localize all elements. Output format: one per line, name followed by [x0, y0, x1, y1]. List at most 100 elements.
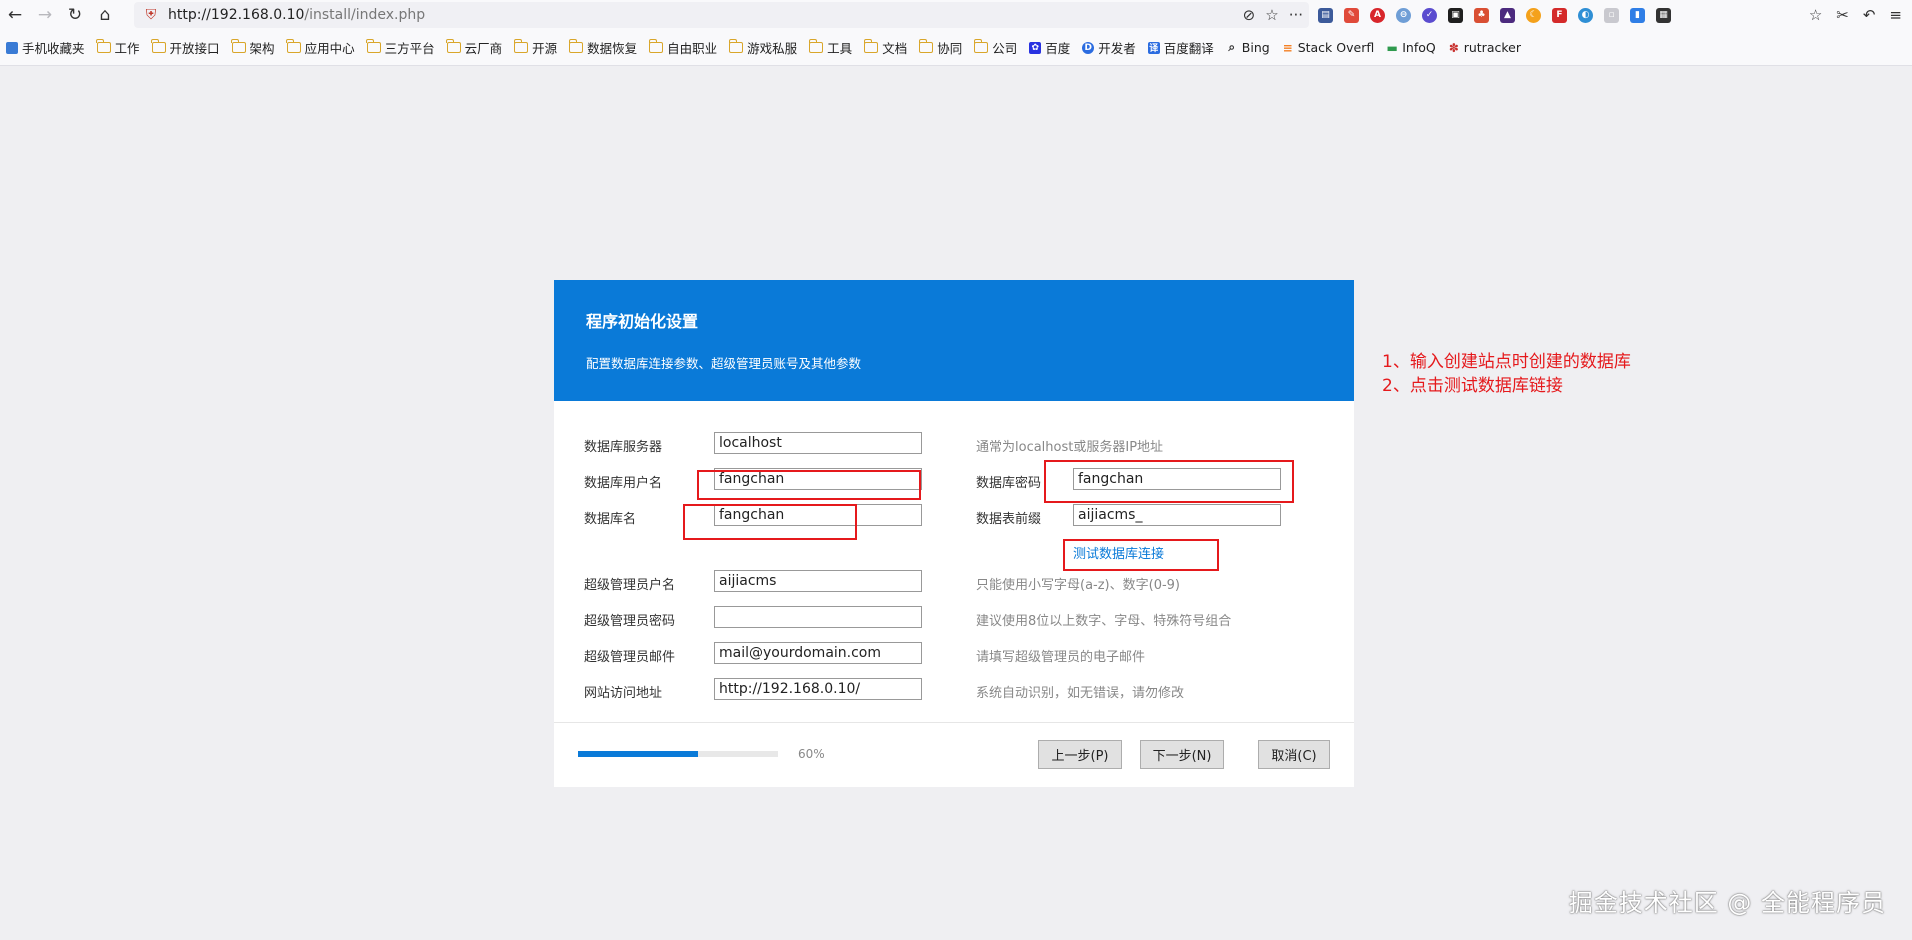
undo-icon[interactable]: ↶ [1863, 6, 1876, 24]
bookmark-folder[interactable]: 协同 [918, 38, 962, 57]
db-prefix-input[interactable] [1073, 504, 1281, 526]
flag-extension-icon[interactable]: ▤ [1318, 7, 1333, 23]
extension-icon[interactable]: ♣ [1474, 7, 1489, 23]
address-url[interactable]: http://192.168.0.10/install/index.php [168, 7, 425, 23]
search-icon: ⌕ [1228, 40, 1236, 54]
baidu-icon: ✿ [1029, 41, 1042, 54]
bookmark-folder[interactable]: 文档 [863, 38, 907, 57]
extensions-bar: ▤ ✎ A ⊖ ✓ ▣ ♣ ▲ ☾ F ◐ ▫ ▮ ▦ [1318, 0, 1671, 30]
screenshot-scissors-icon[interactable]: ✂ [1836, 6, 1849, 24]
dialog-subtitle: 配置数据库连接参数、超级管理员账号及其他参数 [586, 356, 862, 371]
reload-icon[interactable]: ↻ [60, 0, 90, 30]
bookmark-folder[interactable]: 工具 [808, 38, 852, 57]
dev-icon: D [1082, 41, 1095, 54]
bookmark-baidu-translate[interactable]: 译百度翻译 [1147, 38, 1214, 57]
extension-icon[interactable]: F [1552, 7, 1567, 23]
extension-icon[interactable]: ▦ [1656, 7, 1671, 23]
highlight-db-user [697, 470, 921, 500]
admin-password-input[interactable] [714, 606, 922, 628]
bookmark-folder[interactable]: 架构 [231, 38, 275, 57]
home-icon[interactable]: ⌂ [90, 0, 120, 30]
extension-icon[interactable]: ✓ [1422, 7, 1437, 23]
admin-password-hint: 建议使用8位以上数字、字母、特殊符号组合 [976, 614, 1232, 629]
bookmark-folder[interactable]: 应用中心 [286, 38, 355, 57]
highlight-db-password [1044, 460, 1294, 503]
extension-icon[interactable]: ✎ [1344, 7, 1359, 23]
progress-fill [578, 751, 698, 757]
highlight-test-link [1063, 539, 1219, 571]
address-bar[interactable]: ⛨ http://192.168.0.10/install/index.php … [134, 2, 1309, 28]
progress-percent: 60% [798, 747, 825, 761]
bookmark-star-icon[interactable]: ☆ [1265, 6, 1278, 24]
db-user-label: 数据库用户名 [584, 476, 663, 491]
more-actions-icon[interactable]: ··· [1289, 6, 1303, 24]
folder-icon [446, 39, 461, 53]
db-prefix-label: 数据表前缀 [976, 512, 1042, 527]
bookmark-baidu[interactable]: ✿ 百度 [1029, 38, 1070, 57]
admin-email-input[interactable] [714, 642, 922, 664]
extension-icon[interactable]: ▫ [1604, 7, 1619, 23]
bookmark-rutracker[interactable]: ✽ rutracker [1448, 40, 1521, 55]
bookmark-folder[interactable]: 工作 [96, 38, 140, 57]
folder-icon [973, 39, 989, 53]
admin-email-hint: 请填写超级管理员的电子邮件 [976, 650, 1146, 665]
extension-icon[interactable]: ▣ [1448, 7, 1463, 23]
bookmark-folder[interactable]: 云厂商 [446, 38, 502, 57]
prev-button[interactable]: 上一步(P) [1038, 740, 1122, 769]
cancel-button[interactable]: 取消(C) [1258, 740, 1330, 769]
rutracker-icon: ✽ [1448, 40, 1459, 55]
infoq-icon: ▬ [1386, 40, 1398, 55]
bookmark-folder[interactable]: 自由职业 [648, 38, 717, 57]
insecure-lock-icon[interactable]: ⛨ [138, 2, 164, 28]
db-server-label: 数据库服务器 [584, 440, 663, 455]
bookmark-folder[interactable]: 公司 [973, 38, 1017, 57]
extension-icon[interactable]: ⊖ [1396, 7, 1411, 23]
install-progress-bar [578, 751, 778, 757]
site-url-label: 网站访问地址 [584, 686, 663, 701]
annotation-note-2: 2、点击测试数据库链接 [1382, 376, 1563, 396]
site-url-input[interactable] [714, 678, 922, 700]
forward-icon[interactable]: → [30, 0, 60, 30]
folder-icon [286, 39, 301, 53]
bookmark-bing[interactable]: ⌕ Bing [1226, 40, 1269, 55]
bookmark-folder[interactable]: 开放接口 [151, 38, 220, 57]
folder-icon [568, 39, 584, 53]
annotation-note-1: 1、输入创建站点时创建的数据库 [1382, 352, 1631, 372]
reader-mode-icon[interactable]: ⊘ [1243, 6, 1256, 24]
watermark: 掘金技术社区 @ 全能程序员 [1568, 889, 1886, 917]
highlight-db-name [683, 504, 857, 540]
bookmarks-list-icon[interactable]: ☆ [1809, 6, 1822, 24]
folder-icon [918, 39, 934, 53]
folder-icon [728, 39, 744, 53]
back-icon[interactable]: ← [0, 0, 30, 30]
folder-icon [151, 39, 166, 53]
bookmark-folder[interactable]: 游戏私服 [728, 38, 797, 57]
dialog-header: 程序初始化设置 配置数据库连接参数、超级管理员账号及其他参数 [554, 280, 1354, 401]
extension-icon[interactable]: ◐ [1578, 7, 1593, 23]
bookmark-mobile[interactable]: 手机收藏夹 [6, 38, 85, 57]
next-button[interactable]: 下一步(N) [1140, 740, 1224, 769]
extension-icon[interactable]: ☾ [1526, 7, 1541, 23]
bookmark-infoq[interactable]: ▬ InfoQ [1386, 40, 1436, 55]
bookmark-folder[interactable]: 数据恢复 [568, 38, 637, 57]
bookmark-developer[interactable]: D 开发者 [1082, 38, 1136, 57]
extension-icon[interactable]: ▮ [1630, 7, 1645, 23]
install-dialog: 程序初始化设置 配置数据库连接参数、超级管理员账号及其他参数 数据库服务器 通常… [554, 280, 1354, 787]
folder-icon [231, 39, 246, 53]
folder-icon [366, 39, 381, 53]
extension-icon[interactable]: ▲ [1500, 7, 1515, 23]
translate-icon: 译 [1147, 41, 1160, 54]
bookmarks-bar: 手机收藏夹 工作 开放接口 架构 应用中心 三方平台 云厂商 开源 数据恢复 自… [0, 30, 1912, 66]
admin-user-label: 超级管理员户名 [584, 578, 676, 593]
folder-icon [648, 39, 664, 53]
mobile-icon [6, 41, 18, 54]
browser-toolbar: ← → ↻ ⌂ ⛨ http://192.168.0.10/install/in… [0, 0, 1912, 30]
folder-icon [96, 39, 111, 53]
db-server-input[interactable] [714, 432, 922, 454]
bookmark-folder[interactable]: 三方平台 [366, 38, 435, 57]
adblock-icon[interactable]: A [1370, 7, 1385, 23]
admin-user-input[interactable] [714, 570, 922, 592]
bookmark-folder[interactable]: 开源 [513, 38, 557, 57]
bookmark-stackoverflow[interactable]: ≡ Stack Overfl [1282, 40, 1375, 55]
menu-icon[interactable]: ≡ [1889, 6, 1902, 24]
